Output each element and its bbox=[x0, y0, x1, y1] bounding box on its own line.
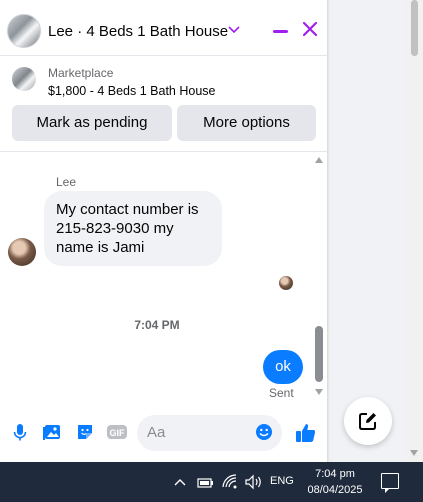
composer-bar: GIF Aa bbox=[0, 402, 328, 462]
sender-name: Lee bbox=[56, 175, 77, 189]
message-input-placeholder: Aa bbox=[147, 424, 166, 441]
mark-as-pending-button[interactable]: Mark as pending bbox=[12, 105, 172, 141]
clock-date: 08/04/2025 bbox=[307, 484, 363, 496]
thumbs-up-icon[interactable] bbox=[295, 422, 317, 444]
message-status: Sent bbox=[269, 386, 294, 400]
page-scroll-down-arrow[interactable] bbox=[410, 450, 418, 456]
message-scrollbar-thumb[interactable] bbox=[315, 326, 323, 382]
gif-icon[interactable]: GIF bbox=[106, 422, 128, 442]
svg-text:GIF: GIF bbox=[110, 428, 126, 438]
scroll-up-arrow[interactable] bbox=[315, 157, 323, 163]
chat-window: Lee · 4 Beds 1 Bath House Marketplace $1… bbox=[0, 0, 328, 462]
battery-icon[interactable] bbox=[196, 473, 214, 491]
emoji-icon[interactable] bbox=[255, 423, 273, 441]
listing-thumbnail[interactable] bbox=[12, 67, 36, 91]
wifi-icon[interactable] bbox=[221, 473, 239, 491]
chevron-up-icon[interactable] bbox=[174, 473, 186, 491]
volume-icon[interactable] bbox=[244, 473, 264, 491]
listing-avatar[interactable] bbox=[7, 14, 41, 48]
chat-header: Lee · 4 Beds 1 Bath House bbox=[0, 0, 328, 56]
incoming-message[interactable]: My contact number is 215-823-9030 my nam… bbox=[44, 191, 222, 266]
marketplace-panel: Marketplace $1,800 - 4 Beds 1 Bath House… bbox=[0, 60, 328, 152]
message-list: Lee My contact number is 215-823-9030 my… bbox=[0, 153, 328, 401]
language-indicator[interactable]: ENG bbox=[270, 475, 294, 487]
new-message-button[interactable] bbox=[344, 397, 392, 445]
page-scrollbar[interactable] bbox=[406, 0, 423, 462]
message-timestamp: 7:04 PM bbox=[134, 318, 180, 332]
marketplace-label: Marketplace bbox=[48, 66, 114, 80]
message-scrollbar[interactable] bbox=[314, 153, 324, 401]
windows-taskbar: ENG 7:04 pm 08/04/2025 bbox=[0, 462, 423, 502]
seen-indicator-avatar bbox=[279, 276, 293, 290]
sticker-icon[interactable] bbox=[75, 422, 95, 442]
chat-title[interactable]: Lee · 4 Beds 1 Bath House bbox=[48, 23, 228, 40]
taskbar-clock[interactable]: 7:04 pm 08/04/2025 bbox=[305, 466, 365, 498]
more-options-button[interactable]: More options bbox=[177, 105, 316, 141]
scroll-down-arrow[interactable] bbox=[315, 389, 323, 395]
close-icon[interactable] bbox=[300, 20, 320, 40]
clock-time: 7:04 pm bbox=[315, 468, 355, 480]
outgoing-message[interactable]: ok bbox=[263, 350, 303, 384]
minimize-icon[interactable] bbox=[273, 30, 288, 33]
chevron-down-icon[interactable] bbox=[228, 23, 240, 37]
microphone-icon[interactable] bbox=[10, 422, 30, 442]
page-scrollbar-thumb[interactable] bbox=[411, 0, 418, 56]
photo-icon[interactable] bbox=[42, 422, 62, 442]
notification-icon[interactable] bbox=[381, 473, 399, 493]
compose-icon bbox=[359, 413, 376, 430]
listing-title[interactable]: $1,800 - 4 Beds 1 Bath House bbox=[48, 84, 215, 98]
sender-avatar[interactable] bbox=[8, 238, 36, 266]
